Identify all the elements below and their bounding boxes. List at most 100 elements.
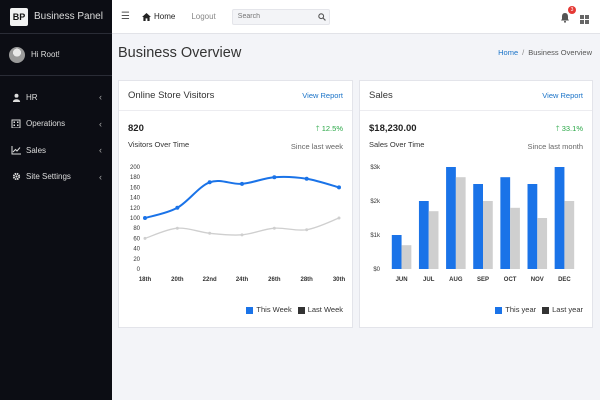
sidebar-item-site-settings[interactable]: Site Settings ‹	[0, 164, 112, 191]
visitors-card-title: Online Store Visitors	[128, 90, 215, 101]
hamburger-menu-icon[interactable]: ☰	[121, 11, 130, 22]
y-tick-label: 140	[130, 196, 141, 202]
search-icon[interactable]	[315, 12, 329, 21]
user-icon	[10, 92, 22, 102]
bar	[500, 177, 511, 269]
sidebar-item-label: Site Settings	[26, 172, 71, 182]
x-tick-label: 26th	[268, 277, 281, 283]
top-nav-home-label: Home	[153, 12, 176, 21]
bar	[455, 177, 466, 269]
x-tick-label: 28th	[300, 277, 313, 283]
breadcrumb: Home / Business Overview	[498, 48, 592, 57]
visitors-view-report-link[interactable]: View Report	[302, 91, 343, 100]
data-point	[208, 231, 212, 235]
y-tick-label: 80	[133, 226, 140, 232]
legend-swatch	[297, 306, 305, 314]
visitors-count: 820	[128, 123, 144, 134]
search-box	[231, 8, 330, 25]
x-tick-label: 18th	[139, 277, 152, 283]
legend-item-this-week: This Week	[246, 305, 292, 314]
x-tick-label: JUL	[423, 277, 435, 283]
visitors-metric-row: 820 Visitors Over Time 🡑 12.5% Since las…	[119, 111, 352, 151]
line-chart-icon	[10, 145, 22, 155]
brand-logo: BP	[10, 7, 28, 26]
data-point	[240, 181, 244, 186]
sales-legend: This year Last year	[495, 305, 583, 314]
visitors-change: 🡑 12.5%	[291, 123, 343, 136]
search-input[interactable]	[232, 13, 315, 20]
legend-label: Last Week	[307, 305, 343, 314]
y-tick-label: 100	[130, 216, 141, 222]
legend-item-this-year: This year	[495, 305, 536, 314]
y-tick-label: 200	[130, 165, 141, 171]
building-icon	[10, 119, 22, 129]
sidebar-item-hr[interactable]: HR ‹	[0, 84, 112, 111]
data-point	[272, 175, 277, 180]
visitors-change-value: 12.5%	[321, 124, 343, 133]
y-tick-label: 120	[130, 206, 141, 212]
bar	[401, 245, 412, 269]
avatar	[9, 46, 25, 63]
sidebar-item-label: Operations	[26, 119, 66, 129]
gear-icon	[10, 172, 22, 182]
data-point	[304, 176, 309, 181]
legend-item-last-week: Last Week	[297, 305, 343, 314]
topbar: ☰ Home Logout 3	[112, 0, 600, 34]
y-tick-label: 60	[133, 236, 140, 242]
x-tick-label: 20th	[171, 277, 184, 283]
bar	[537, 218, 548, 269]
top-nav-home[interactable]: Home	[142, 12, 175, 21]
notification-bell-icon[interactable]: 3	[560, 6, 576, 23]
legend-label: Last year	[552, 305, 583, 314]
y-tick-label: $2k	[370, 199, 381, 205]
breadcrumb-current: Business Overview	[528, 48, 592, 57]
x-tick-label: 22nd	[203, 277, 217, 283]
data-point	[337, 216, 341, 220]
chevron-left-icon: ‹	[99, 171, 102, 182]
sidebar-nav: HR ‹ Operations ‹ Sales ‹ Site Settings …	[0, 84, 112, 190]
data-point	[305, 228, 309, 232]
data-point	[143, 236, 147, 240]
breadcrumb-separator: /	[522, 48, 525, 57]
y-tick-label: 180	[130, 175, 141, 181]
bar	[527, 184, 538, 269]
sales-metric-row: $18,230.00 Sales Over Time 🡑 33.1% Since…	[360, 111, 592, 151]
sidebar-item-operations[interactable]: Operations ‹	[0, 111, 112, 138]
data-point	[272, 226, 276, 230]
y-tick-label: 20	[133, 257, 140, 263]
bar	[473, 184, 483, 269]
sales-card-header: Sales View Report	[360, 81, 592, 111]
bar	[428, 211, 439, 269]
sales-change: 🡑 33.1%	[528, 123, 583, 136]
bar	[418, 201, 429, 269]
legend-swatch	[495, 306, 503, 314]
notification-badge: 3	[568, 6, 576, 14]
sidebar-item-label: HR	[26, 92, 38, 102]
legend-swatch	[246, 306, 254, 314]
visitors-metric-label: Visitors Over Time	[128, 140, 190, 149]
breadcrumb-home-link[interactable]: Home	[498, 48, 518, 57]
sidebar-item-sales[interactable]: Sales ‹	[0, 137, 112, 164]
sales-view-report-link[interactable]: View Report	[542, 91, 583, 100]
topbar-right: 3	[560, 6, 590, 24]
user-greeting: Hi Root!	[31, 50, 60, 59]
chevron-left-icon: ‹	[99, 118, 102, 129]
top-nav-logout[interactable]: Logout	[191, 12, 215, 21]
brand[interactable]: BP Business Panel	[0, 0, 112, 34]
chevron-left-icon: ‹	[99, 92, 102, 103]
x-tick-label: JUN	[396, 277, 408, 283]
brand-name: Business Panel	[34, 11, 103, 22]
bar	[391, 235, 402, 269]
page-title: Business Overview	[118, 45, 242, 61]
x-tick-label: SEP	[477, 277, 489, 283]
arrow-up-icon: 🡑	[555, 124, 560, 133]
y-tick-label: $1k	[370, 233, 381, 239]
apps-grid-icon[interactable]	[580, 11, 590, 24]
bar	[483, 201, 493, 269]
data-point	[240, 233, 244, 237]
data-point	[337, 185, 341, 190]
data-point	[175, 205, 180, 210]
legend-label: This Week	[256, 305, 292, 314]
user-panel[interactable]: Hi Root!	[0, 34, 112, 76]
visitors-card: Online Store Visitors View Report 820 Vi…	[118, 80, 353, 328]
